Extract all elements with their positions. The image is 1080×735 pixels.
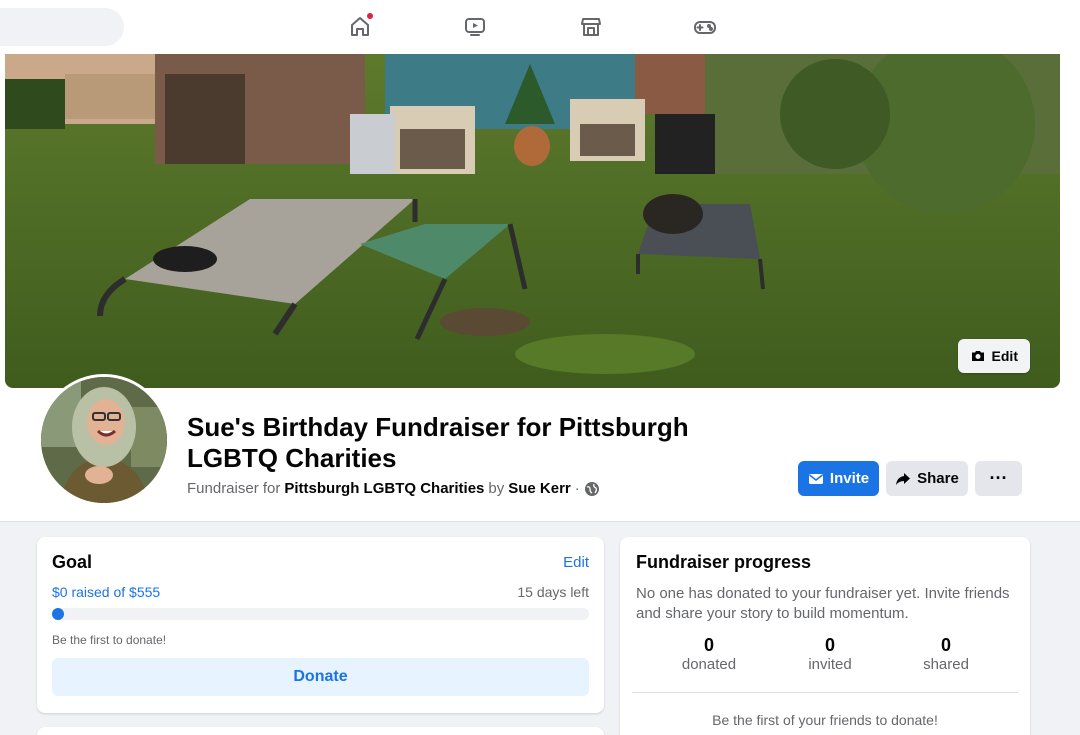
stat-donated: 0 donated xyxy=(659,635,759,675)
more-options-button[interactable]: ··· xyxy=(975,461,1022,496)
organizer-link[interactable]: Sue Kerr xyxy=(508,480,571,497)
watch-nav-button[interactable] xyxy=(460,12,490,42)
stat-invited-value: 0 xyxy=(824,635,835,655)
fundraiser-subtitle: Fundraiser for Pittsburgh LGBTQ Charitie… xyxy=(187,480,600,497)
goal-edit-link[interactable]: Edit xyxy=(563,554,589,571)
share-button[interactable]: Share xyxy=(886,461,968,496)
stat-donated-value: 0 xyxy=(703,635,714,655)
progress-title: Fundraiser progress xyxy=(636,552,812,572)
donate-button[interactable]: Donate xyxy=(52,658,589,696)
gaming-nav-button[interactable] xyxy=(690,12,720,42)
fundraiser-header: Edit Sue's Birthday Fundraiser for Pitts… xyxy=(0,54,1080,522)
notification-dot xyxy=(366,12,374,20)
donate-label: Donate xyxy=(293,668,348,685)
top-navigation-bar xyxy=(0,0,1080,54)
beneficiary-link[interactable]: Pittsburgh LGBTQ Charities xyxy=(284,480,484,497)
share-arrow-icon xyxy=(896,472,911,485)
stat-shared: 0 shared xyxy=(896,635,996,675)
fundraiser-progress-card: Fundraiser progress No one has donated t… xyxy=(620,537,1030,735)
invite-label: Invite xyxy=(829,470,870,487)
raised-amount: $0 raised of $555 xyxy=(52,584,161,600)
goal-card: Goal Edit $0 raised of $555 15 days left… xyxy=(37,537,604,713)
marketplace-nav-button[interactable] xyxy=(576,12,606,42)
by-text: by xyxy=(488,480,505,497)
days-left: 15 days left xyxy=(517,584,589,600)
watch-icon xyxy=(465,18,485,36)
subtitle-prefix: Fundraiser for xyxy=(187,480,281,497)
edit-cover-label: Edit xyxy=(991,348,1018,364)
first-donate-text: Be the first to donate! xyxy=(52,633,167,647)
separator: · xyxy=(574,480,580,497)
progress-description: No one has donated to your fundraiser ye… xyxy=(636,585,1010,622)
edit-cover-button[interactable]: Edit xyxy=(957,339,1030,373)
divider xyxy=(632,692,1018,693)
fundraiser-title: Sue's Birthday Fundraiser for Pittsburgh… xyxy=(187,412,689,473)
goal-progress-fill xyxy=(52,608,64,620)
globe-icon[interactable] xyxy=(584,481,600,497)
invite-button[interactable]: Invite xyxy=(798,461,879,496)
marketplace-icon xyxy=(581,18,601,36)
envelope-icon xyxy=(808,473,823,484)
stat-donated-label: donated xyxy=(681,656,737,673)
more-options-icon: ··· xyxy=(989,468,1008,488)
search-bar[interactable] xyxy=(0,8,124,46)
share-label: Share xyxy=(917,470,959,487)
stat-invited-label: invited xyxy=(808,656,852,673)
friends-donate-prompt: Be the first of your friends to donate! xyxy=(712,712,938,728)
cover-photo: Edit xyxy=(5,54,1060,388)
camera-icon xyxy=(971,351,984,361)
home-nav-button[interactable] xyxy=(345,12,375,42)
stat-invited: 0 invited xyxy=(780,635,880,675)
goal-progress-bar xyxy=(52,608,589,620)
stat-shared-label: shared xyxy=(923,656,969,673)
goal-title: Goal xyxy=(52,552,93,572)
avatar[interactable] xyxy=(38,374,170,506)
gaming-icon xyxy=(694,21,716,34)
stat-shared-value: 0 xyxy=(940,635,951,655)
next-card xyxy=(37,727,604,735)
